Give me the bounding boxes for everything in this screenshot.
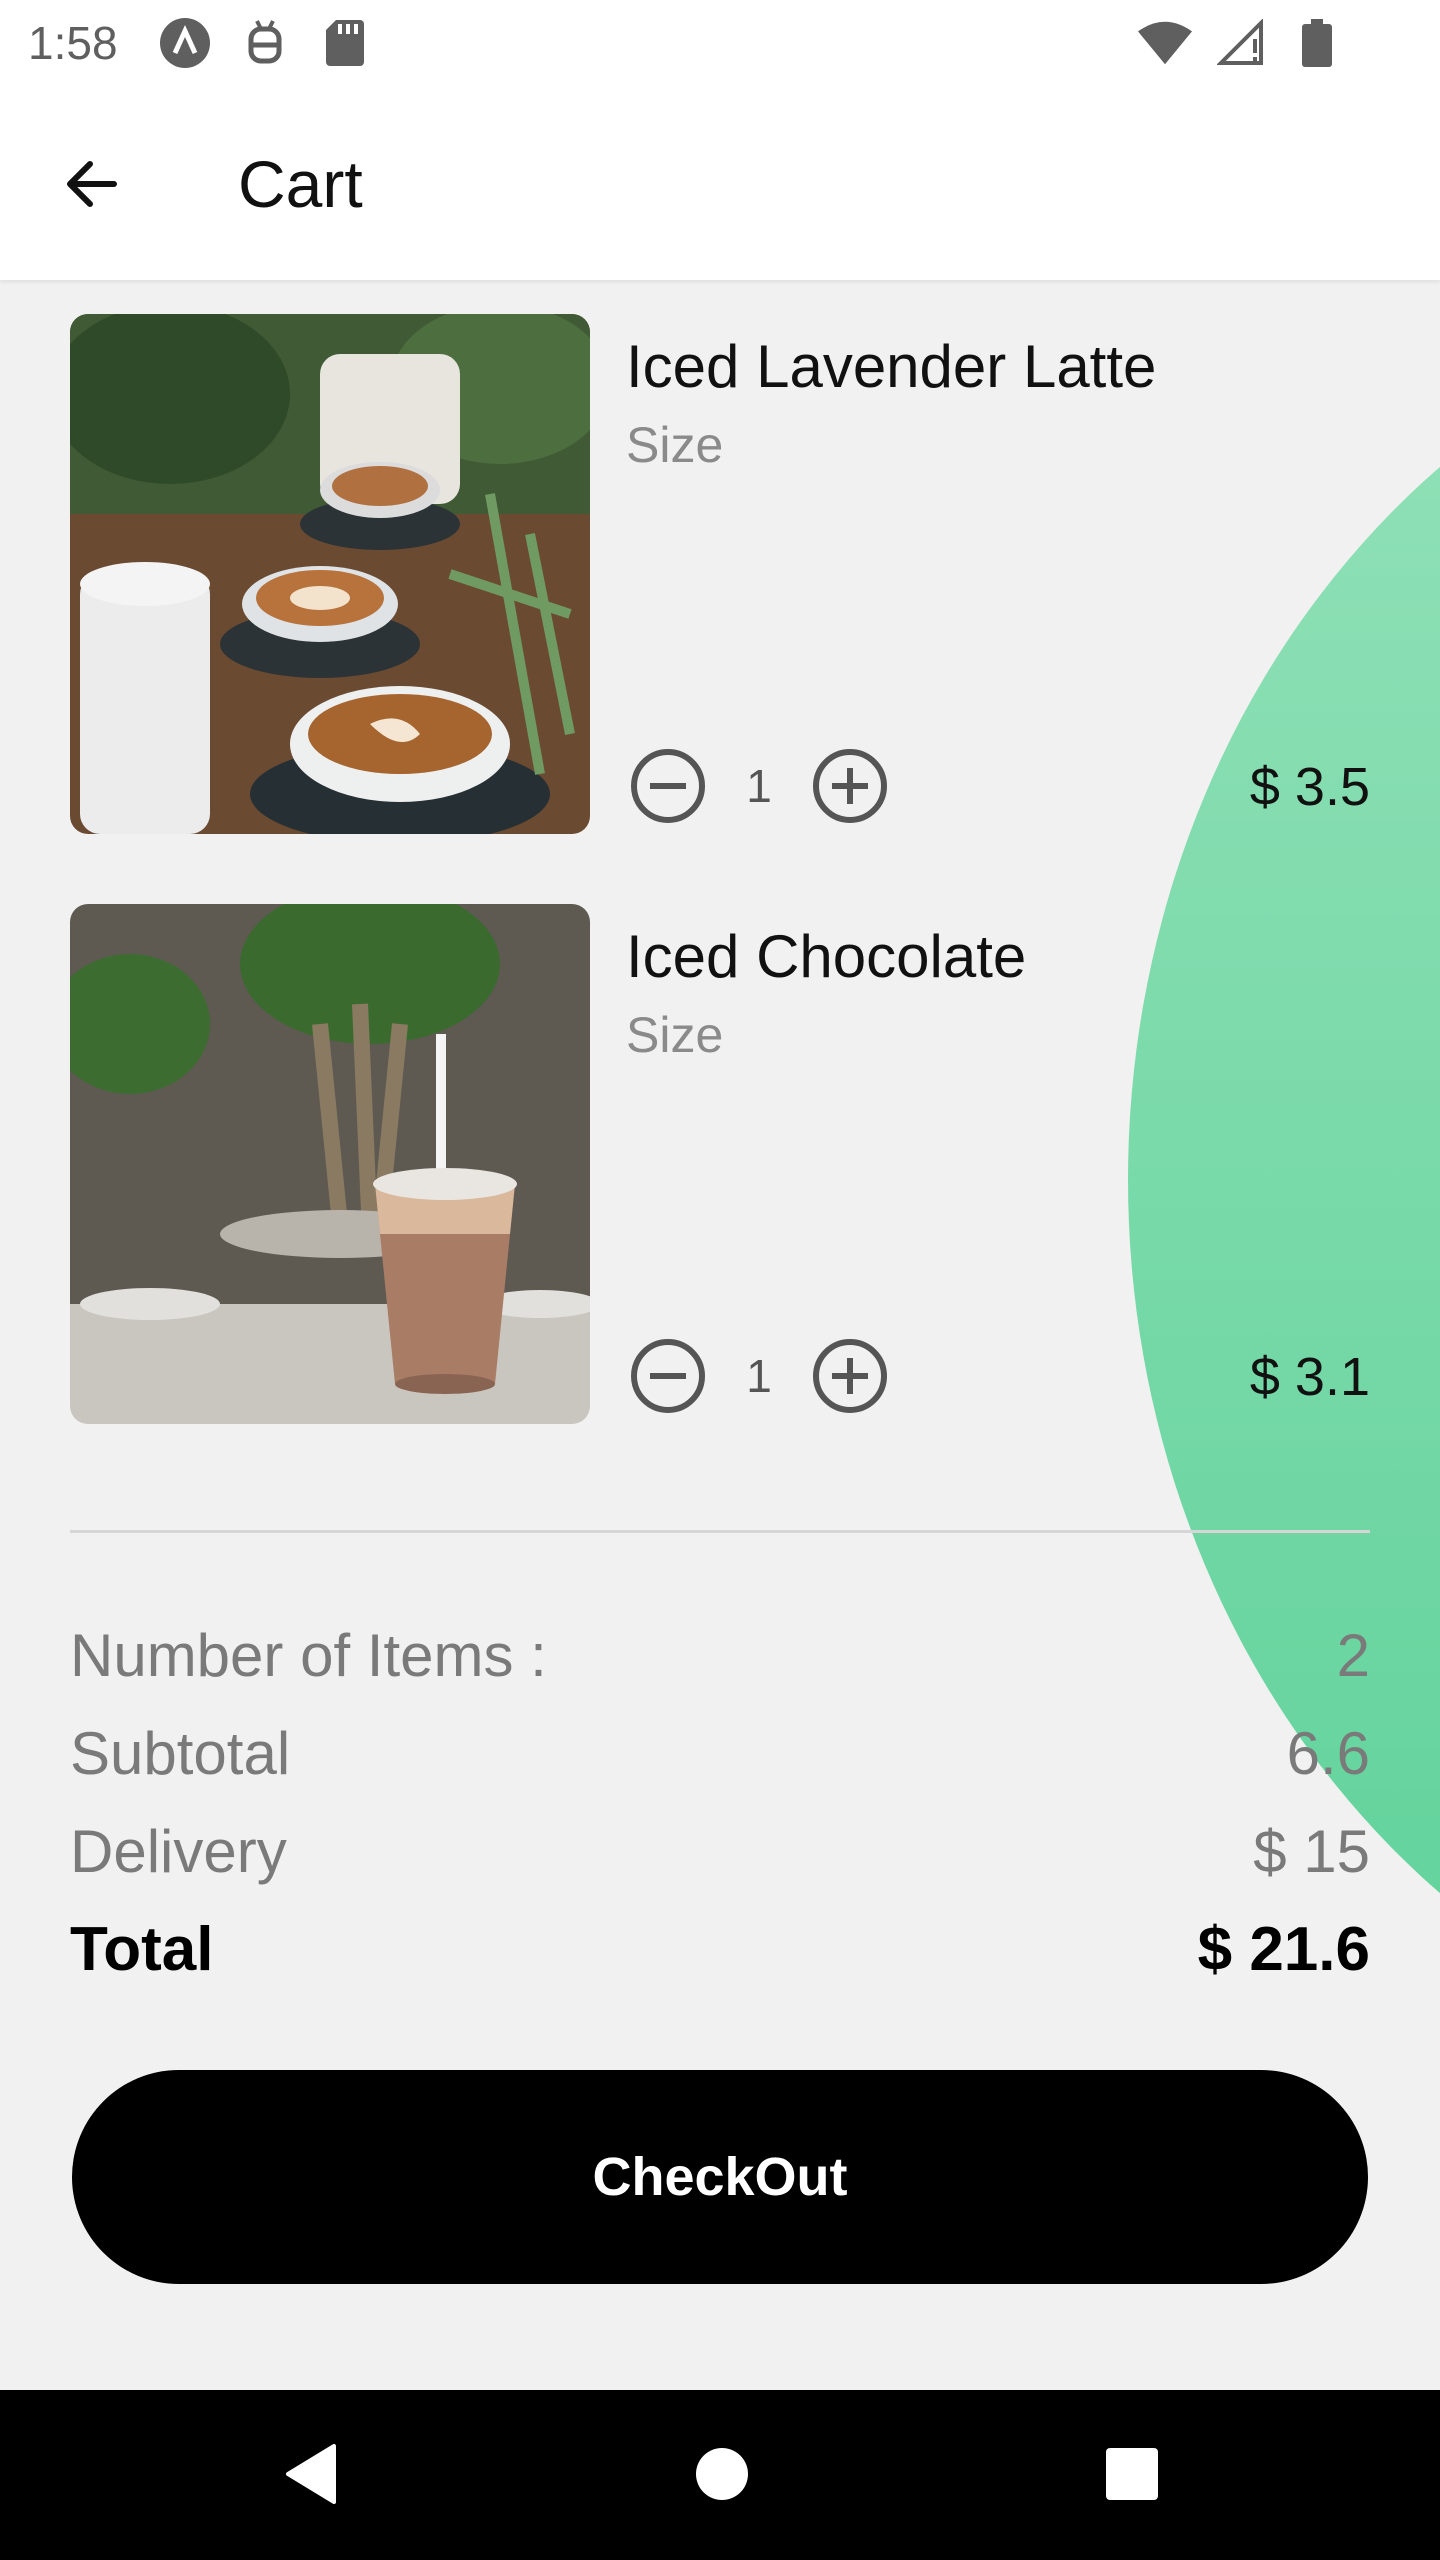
divider	[70, 1530, 1370, 1533]
total-label: Total	[70, 1914, 214, 1984]
triangle-back-icon	[286, 2444, 336, 2504]
status-icons-left	[158, 18, 372, 68]
item-size-label: Size	[626, 417, 724, 473]
delivery-label: Delivery	[70, 1817, 287, 1885]
system-nav-bar	[0, 2390, 1440, 2560]
decrease-quantity-button[interactable]	[626, 1334, 710, 1418]
increase-quantity-button[interactable]	[808, 744, 892, 828]
subtotal-label: Subtotal	[70, 1719, 291, 1787]
cart-screen: 1:58 Cart Iced Lavender Latte Size 1 $ 3…	[0, 0, 1440, 2560]
summary-delivery-row: Delivery $ 15	[70, 1806, 1370, 1896]
decrease-quantity-button[interactable]	[626, 744, 710, 828]
square-recents-icon	[1106, 2448, 1158, 2500]
items-count-label: Number of Items :	[70, 1621, 547, 1689]
status-icons-right	[1138, 18, 1344, 68]
quantity-stepper: 1	[626, 744, 892, 828]
status-time: 1:58	[28, 17, 118, 69]
delivery-value: $ 15	[1253, 1817, 1370, 1885]
item-name: Iced Chocolate	[626, 923, 1027, 990]
checkout-button[interactable]: CheckOut	[72, 2070, 1368, 2284]
cart-content: Iced Lavender Latte Size 1 $ 3.5 Iced Ch…	[0, 280, 1440, 2390]
subtotal-value: 6.6	[1286, 1719, 1370, 1787]
bug-icon	[238, 18, 292, 68]
battery-icon	[1290, 18, 1344, 68]
items-count-value: 2	[1336, 1621, 1370, 1689]
total-value: $ 21.6	[1197, 1914, 1370, 1984]
cart-item: Iced Lavender Latte Size 1 $ 3.5	[70, 314, 1370, 834]
summary-total-row: Total $ 21.6	[70, 1904, 1370, 1994]
circle-home-icon	[696, 2448, 748, 2500]
plus-circle-icon	[813, 749, 887, 823]
summary-subtotal-row: Subtotal 6.6	[70, 1708, 1370, 1798]
quantity-stepper: 1	[626, 1334, 892, 1418]
a-logo-icon	[158, 18, 212, 68]
increase-quantity-button[interactable]	[808, 1334, 892, 1418]
page-title: Cart	[238, 147, 363, 221]
item-price: $ 3.5	[1249, 757, 1370, 817]
quantity-value: 1	[746, 1350, 772, 1402]
cart-item: Iced Chocolate Size 1 $ 3.1	[70, 904, 1370, 1424]
minus-circle-icon	[631, 749, 705, 823]
item-size-label: Size	[626, 1007, 724, 1063]
back-button[interactable]	[46, 138, 138, 230]
wifi-icon	[1138, 18, 1192, 68]
summary-items-row: Number of Items : 2	[70, 1610, 1370, 1700]
nav-recents-button[interactable]	[1090, 2432, 1174, 2516]
app-bar: Cart	[0, 86, 1440, 280]
item-price: $ 3.1	[1249, 1347, 1370, 1407]
plus-circle-icon	[813, 1339, 887, 1413]
minus-circle-icon	[631, 1339, 705, 1413]
status-bar: 1:58	[0, 0, 1440, 86]
sd-card-icon	[318, 18, 372, 68]
item-image-latte	[70, 314, 590, 834]
nav-home-button[interactable]	[680, 2432, 764, 2516]
nav-back-button[interactable]	[270, 2432, 354, 2516]
item-name: Iced Lavender Latte	[626, 333, 1157, 400]
item-image-iced-chocolate	[70, 904, 590, 1424]
signal-icon	[1214, 18, 1268, 68]
arrow-back-icon	[67, 161, 117, 207]
quantity-value: 1	[746, 760, 772, 812]
